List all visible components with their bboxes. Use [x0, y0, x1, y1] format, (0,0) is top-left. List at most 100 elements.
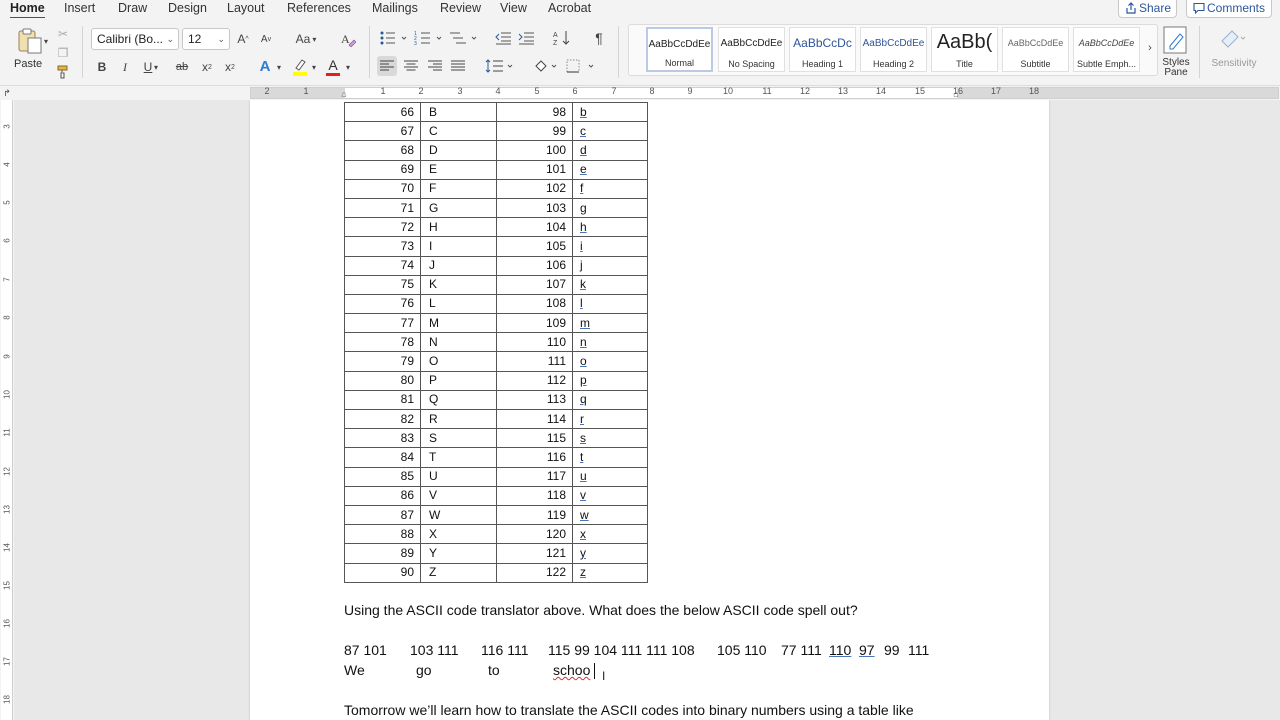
uppercase-letter-cell[interactable]: Z [420, 562, 497, 583]
code-word-6b[interactable]: 110 [829, 642, 851, 658]
tab-review[interactable]: Review [440, 0, 481, 18]
cut-icon[interactable]: ✂ [55, 26, 71, 42]
uppercase-code-cell[interactable]: 67 [344, 121, 421, 142]
highlight-dropdown-icon[interactable]: ▾ [309, 60, 319, 74]
question-paragraph[interactable]: Using the ASCII code translator above. W… [344, 602, 858, 618]
lowercase-letter-cell[interactable]: e [572, 159, 648, 180]
tab-home[interactable]: Home [10, 0, 45, 20]
grow-font-button[interactable]: A ^ [234, 30, 252, 48]
change-case-button[interactable]: Aa ▾ [291, 30, 321, 48]
lowercase-code-cell[interactable]: 110 [496, 332, 573, 353]
tab-stop-selector-icon[interactable]: ↱ [2, 87, 12, 99]
lowercase-code-cell[interactable]: 111 [496, 351, 573, 372]
uppercase-letter-cell[interactable]: F [420, 178, 497, 199]
answer-word-2[interactable]: go [416, 662, 432, 678]
style-heading-1[interactable]: AaBbCcDc Heading 1 [789, 27, 856, 72]
decrease-indent-icon[interactable] [494, 28, 512, 48]
uppercase-letter-cell[interactable]: L [420, 293, 497, 315]
subscript-button[interactable]: x2 [198, 58, 216, 76]
answer-word-3[interactable]: to [488, 662, 500, 678]
uppercase-code-cell[interactable]: 77 [344, 313, 421, 334]
lowercase-code-cell[interactable]: 122 [496, 562, 573, 583]
shrink-font-button[interactable]: Av [257, 30, 275, 48]
uppercase-code-cell[interactable]: 74 [344, 255, 421, 276]
uppercase-code-cell[interactable]: 68 [344, 140, 421, 161]
lowercase-letter-cell[interactable]: t [572, 447, 648, 468]
tab-view[interactable]: View [500, 0, 527, 18]
code-word-5[interactable]: 105 110 [717, 642, 767, 658]
uppercase-letter-cell[interactable]: M [420, 313, 497, 334]
italic-button[interactable]: I [116, 58, 134, 76]
lowercase-code-cell[interactable]: 112 [496, 370, 573, 391]
styles-pane-button[interactable] [1161, 26, 1189, 54]
sensitivity-button[interactable] [1218, 26, 1248, 52]
code-word-1[interactable]: 87 101 [344, 642, 387, 658]
tab-layout[interactable]: Layout [227, 0, 265, 18]
lowercase-letter-cell[interactable]: u [572, 466, 648, 487]
lowercase-code-cell[interactable]: 100 [496, 140, 573, 161]
lowercase-letter-cell[interactable]: w [572, 504, 648, 526]
uppercase-letter-cell[interactable]: D [420, 140, 497, 161]
text-effects-button[interactable]: A [256, 56, 274, 76]
bold-button[interactable]: B [93, 58, 111, 76]
style-subtle-emphasis[interactable]: AaBbCcDdEe Subtle Emph... [1073, 27, 1140, 72]
uppercase-letter-cell[interactable]: S [420, 428, 497, 449]
uppercase-code-cell[interactable]: 87 [344, 504, 421, 526]
code-word-6c[interactable]: 97 [859, 642, 875, 658]
lowercase-letter-cell[interactable]: o [572, 351, 648, 372]
lowercase-letter-cell[interactable]: v [572, 485, 648, 506]
lowercase-letter-cell[interactable]: m [572, 313, 648, 334]
lowercase-code-cell[interactable]: 115 [496, 428, 573, 449]
code-word-4[interactable]: 115 99 104 111 111 108 [548, 642, 695, 658]
document-page[interactable]: 66 B 98 b 67 C 99 c 68 D 100 d 69 E 101 e 70 F 102 f 71 G 103 g… [250, 100, 1049, 720]
first-line-indent-marker[interactable]: ⌂ [339, 88, 349, 100]
lowercase-code-cell[interactable]: 108 [496, 293, 573, 315]
uppercase-letter-cell[interactable]: B [420, 101, 497, 123]
uppercase-code-cell[interactable]: 84 [344, 447, 421, 468]
uppercase-letter-cell[interactable]: E [420, 159, 497, 180]
uppercase-code-cell[interactable]: 85 [344, 466, 421, 487]
align-right-button[interactable] [425, 56, 445, 76]
lowercase-letter-cell[interactable]: s [572, 428, 648, 449]
lowercase-code-cell[interactable]: 120 [496, 524, 573, 545]
uppercase-code-cell[interactable]: 75 [344, 274, 421, 295]
lowercase-code-cell[interactable]: 113 [496, 389, 573, 411]
line-spacing-button[interactable] [484, 56, 514, 76]
underline-dropdown-icon[interactable]: ▾ [151, 60, 161, 74]
lowercase-letter-cell[interactable]: l [572, 293, 648, 315]
lowercase-code-cell[interactable]: 103 [496, 197, 573, 219]
style-title[interactable]: AaBb( Title [931, 27, 998, 72]
uppercase-code-cell[interactable]: 79 [344, 351, 421, 372]
lowercase-letter-cell[interactable]: k [572, 274, 648, 295]
uppercase-letter-cell[interactable]: X [420, 524, 497, 545]
uppercase-code-cell[interactable]: 82 [344, 408, 421, 430]
borders-button[interactable] [565, 56, 595, 76]
uppercase-letter-cell[interactable]: P [420, 370, 497, 391]
uppercase-letter-cell[interactable]: Y [420, 543, 497, 564]
uppercase-letter-cell[interactable]: C [420, 121, 497, 142]
tomorrow-paragraph[interactable]: Tomorrow we’ll learn how to translate th… [344, 702, 914, 718]
code-word-6e[interactable]: 111 [908, 642, 929, 658]
uppercase-letter-cell[interactable]: I [420, 236, 497, 257]
text-effects-dropdown-icon[interactable]: ▾ [274, 60, 284, 74]
tab-references[interactable]: References [287, 0, 351, 18]
uppercase-letter-cell[interactable]: U [420, 466, 497, 487]
lowercase-letter-cell[interactable]: x [572, 524, 648, 545]
lowercase-code-cell[interactable]: 119 [496, 504, 573, 526]
align-left-button[interactable] [377, 56, 397, 76]
code-word-6d[interactable]: 99 [884, 642, 900, 658]
lowercase-code-cell[interactable]: 102 [496, 178, 573, 199]
styles-more-chevron-icon[interactable]: › [1144, 38, 1156, 58]
lowercase-letter-cell[interactable]: b [572, 101, 648, 123]
show-formatting-marks-icon[interactable]: ¶ [590, 28, 608, 48]
uppercase-code-cell[interactable]: 72 [344, 217, 421, 238]
comments-button[interactable]: Comments [1186, 0, 1272, 18]
lowercase-code-cell[interactable]: 109 [496, 313, 573, 334]
uppercase-code-cell[interactable]: 73 [344, 236, 421, 257]
highlight-button[interactable] [290, 56, 310, 78]
answer-word-1[interactable]: We [344, 662, 365, 678]
uppercase-letter-cell[interactable]: Q [420, 389, 497, 411]
numbering-button[interactable]: 123 [413, 28, 443, 48]
uppercase-letter-cell[interactable]: O [420, 351, 497, 372]
lowercase-letter-cell[interactable]: j [572, 255, 648, 276]
